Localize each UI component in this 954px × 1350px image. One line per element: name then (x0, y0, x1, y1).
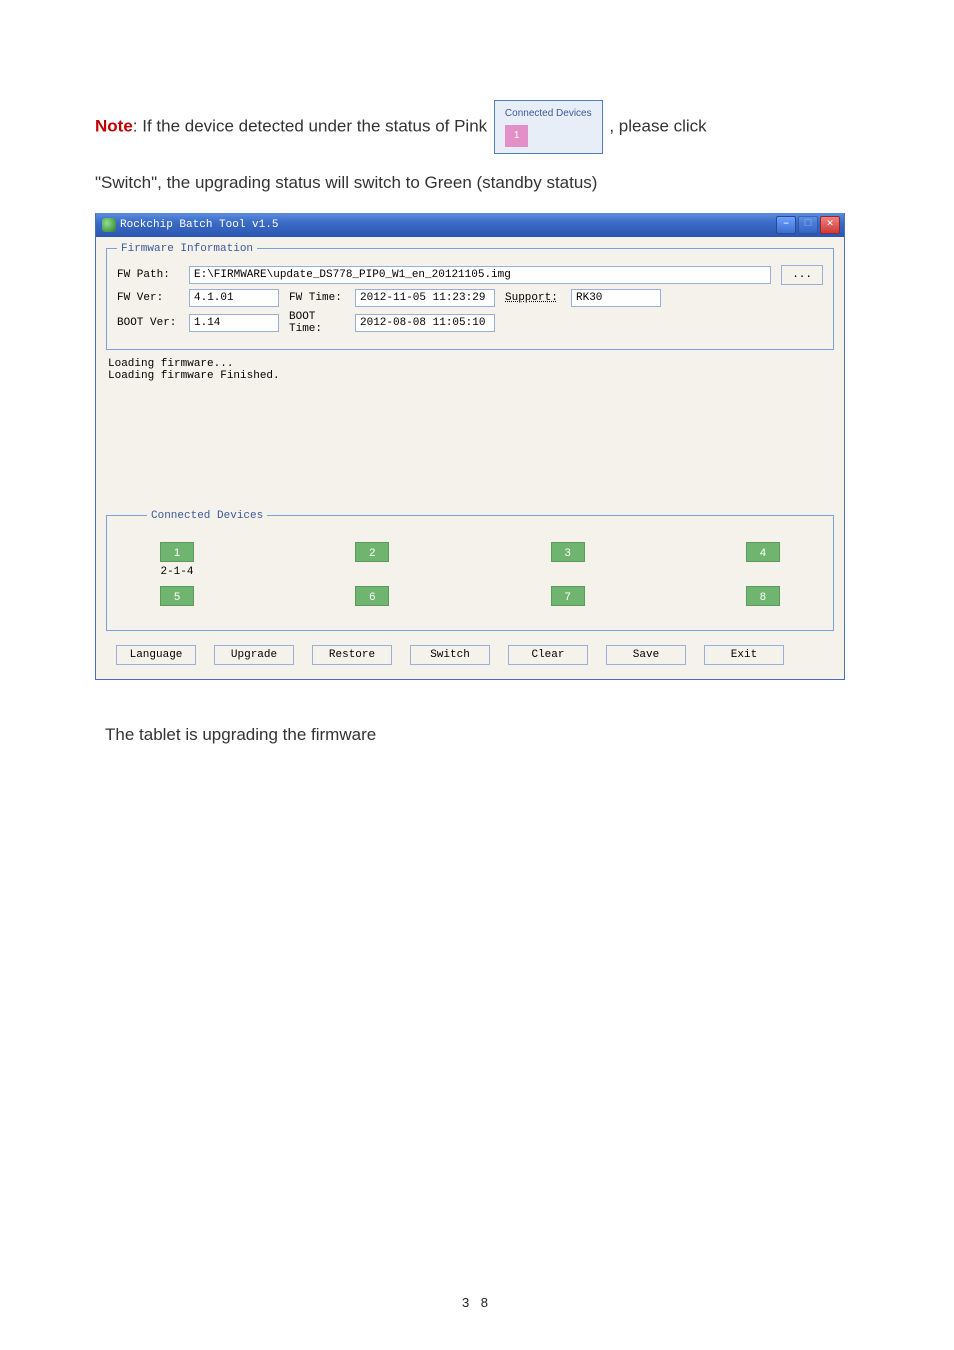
fw-path-label: FW Path: (117, 269, 179, 281)
log-area: Loading firmware... Loading firmware Fin… (106, 354, 834, 504)
device-slot-3[interactable]: 3 (551, 542, 585, 562)
boot-ver-field[interactable] (189, 314, 279, 332)
fw-ver-label: FW Ver: (117, 292, 179, 304)
clear-button[interactable]: Clear (508, 645, 588, 665)
support-label: Support: (505, 292, 561, 304)
support-field[interactable] (571, 289, 661, 307)
boot-time-label: BOOT Time: (289, 311, 345, 335)
window-controls: – □ ✕ (776, 216, 840, 234)
titlebar: Rockchip Batch Tool v1.5 – □ ✕ (96, 213, 844, 237)
firmware-info-group: Firmware Information FW Path: ... FW Ver… (106, 243, 834, 350)
fw-ver-field[interactable] (189, 289, 279, 307)
note-paragraph: Note: If the device detected under the s… (95, 100, 859, 154)
close-button[interactable]: ✕ (820, 216, 840, 234)
browse-button[interactable]: ... (781, 265, 823, 285)
note-suffix: , please click (609, 116, 706, 135)
app-icon (102, 218, 116, 232)
device-slot-2[interactable]: 2 (355, 542, 389, 562)
device-slot-6[interactable]: 6 (355, 586, 389, 606)
firmware-legend: Firmware Information (117, 243, 257, 255)
minimize-button[interactable]: – (776, 216, 796, 234)
switch-button[interactable]: Switch (410, 645, 490, 665)
device-slot-5[interactable]: 5 (160, 586, 194, 606)
save-button[interactable]: Save (606, 645, 686, 665)
note-label: Note (95, 116, 133, 135)
device-slot-7[interactable]: 7 (551, 586, 585, 606)
badge-slot: 1 (505, 125, 529, 147)
fw-path-field[interactable] (189, 266, 771, 284)
exit-button[interactable]: Exit (704, 645, 784, 665)
fw-time-field[interactable] (355, 289, 495, 307)
device-slot-1[interactable]: 1 (160, 542, 194, 562)
bottom-button-row: Language Upgrade Restore Switch Clear Sa… (106, 631, 834, 669)
fw-time-label: FW Time: (289, 292, 345, 304)
boot-time-field[interactable] (355, 314, 495, 332)
device-slot-1-status: 2-1-4 (147, 566, 207, 580)
connected-devices-badge: Connected Devices 1 (494, 100, 603, 154)
batchtool-window: Rockchip Batch Tool v1.5 – □ ✕ Firmware … (95, 213, 845, 680)
upgrading-paragraph: The tablet is upgrading the firmware (95, 720, 859, 751)
page-number: 3 8 (0, 1295, 954, 1310)
badge-title: Connected Devices (505, 108, 592, 119)
note-text: : If the device detected under the statu… (133, 116, 487, 135)
connected-devices-group: Connected Devices 1 2-1-4 2 3 4 (106, 510, 834, 631)
maximize-button[interactable]: □ (798, 216, 818, 234)
window-title: Rockchip Batch Tool v1.5 (120, 219, 278, 231)
language-button[interactable]: Language (116, 645, 196, 665)
switch-paragraph: "Switch", the upgrading status will swit… (95, 168, 859, 199)
upgrade-button[interactable]: Upgrade (214, 645, 294, 665)
boot-ver-label: BOOT Ver: (117, 317, 179, 329)
device-slot-8[interactable]: 8 (746, 586, 780, 606)
devices-legend: Connected Devices (147, 510, 267, 522)
device-slot-4[interactable]: 4 (746, 542, 780, 562)
restore-button[interactable]: Restore (312, 645, 392, 665)
